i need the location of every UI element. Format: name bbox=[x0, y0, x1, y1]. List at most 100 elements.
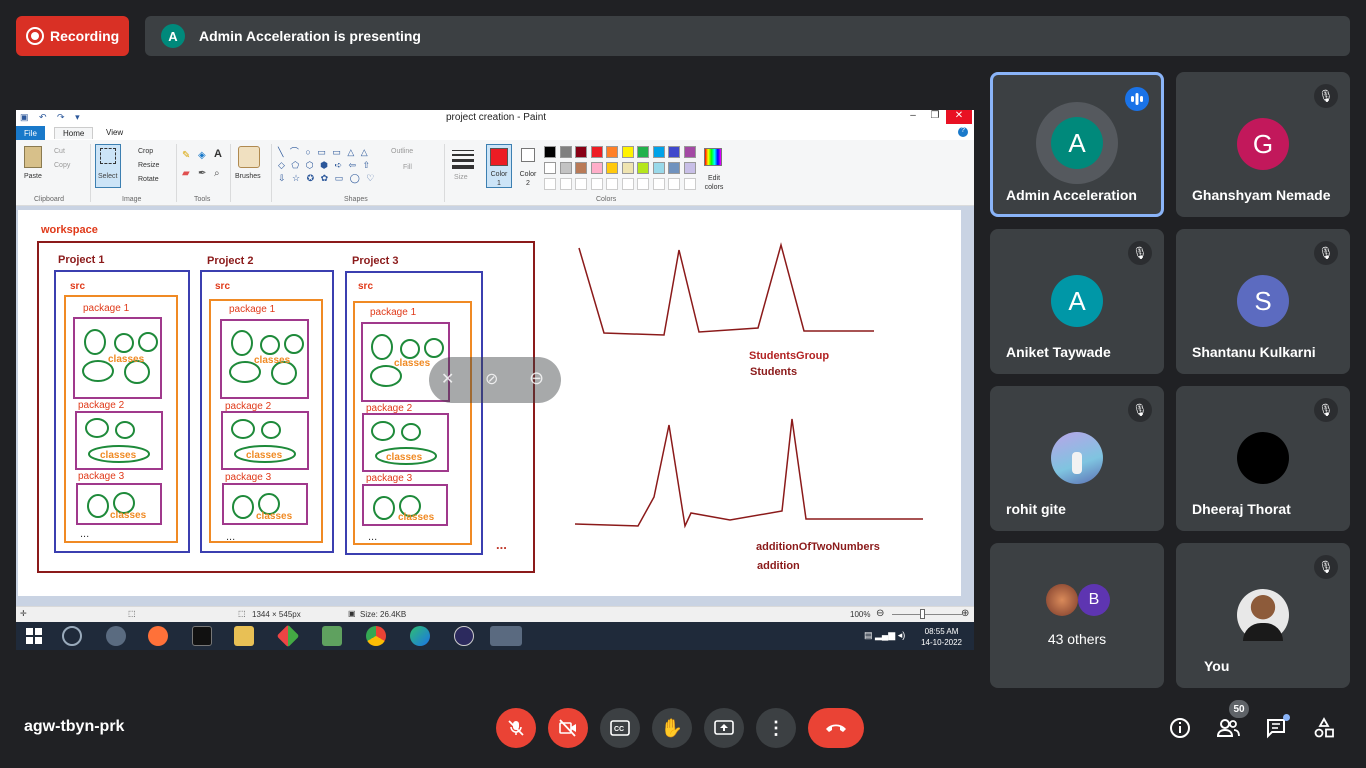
firefox-icon[interactable] bbox=[148, 626, 168, 646]
color-palette[interactable] bbox=[544, 146, 704, 196]
paint-taskbar-icon[interactable] bbox=[490, 626, 522, 646]
maximize-button[interactable]: ❐ bbox=[924, 110, 946, 124]
pencil-icon[interactable]: ✎ bbox=[182, 150, 190, 161]
palette-swatch[interactable] bbox=[544, 162, 556, 174]
participant-tile-dheeraj-thorat[interactable]: 🎙 Dheeraj Thorat bbox=[1176, 386, 1350, 531]
help-icon[interactable]: ? bbox=[958, 127, 968, 137]
custom-color-slot[interactable] bbox=[590, 178, 603, 190]
windows-start-icon[interactable] bbox=[24, 626, 44, 646]
participant-tile-you[interactable]: 🎙 You bbox=[1176, 543, 1350, 688]
paste-label[interactable]: Paste bbox=[24, 173, 42, 180]
edit-colors-icon[interactable] bbox=[704, 148, 722, 166]
brush-icon[interactable] bbox=[238, 146, 260, 168]
shapes-gallery[interactable]: ╲ ⌒ ○ ▭ ▭ △ △ ◇ ⬠ ⬡ ⬢ ➪ ⇦ ⇧ ⇩ ☆ ✪ ✿ ▭ ◯ ♡ bbox=[278, 146, 382, 188]
close-button[interactable]: ✕ bbox=[946, 110, 972, 124]
palette-swatch[interactable] bbox=[652, 146, 665, 158]
palette-swatch[interactable] bbox=[606, 162, 618, 174]
zoom-out-button[interactable]: ⊖ bbox=[876, 608, 884, 619]
zoom-in-button[interactable]: ⊕ bbox=[961, 608, 969, 619]
eraser-icon[interactable]: ▰ bbox=[182, 168, 190, 179]
magnifier-icon[interactable]: ⌕ bbox=[214, 168, 220, 179]
app-icon-3[interactable] bbox=[276, 624, 300, 648]
palette-swatch[interactable] bbox=[683, 146, 696, 158]
custom-color-slot[interactable] bbox=[668, 178, 680, 190]
palette-swatch[interactable] bbox=[652, 162, 665, 174]
file-explorer-icon[interactable] bbox=[234, 626, 254, 646]
custom-color-slot[interactable] bbox=[559, 178, 572, 190]
crop-button[interactable]: Crop bbox=[138, 148, 153, 155]
meeting-details-button[interactable] bbox=[1166, 714, 1194, 742]
paste-icon[interactable] bbox=[24, 146, 42, 168]
copy-button[interactable]: Copy bbox=[54, 162, 70, 169]
terminal-icon[interactable] bbox=[192, 626, 212, 646]
custom-color-slot[interactable] bbox=[544, 178, 556, 190]
chrome-icon[interactable] bbox=[366, 626, 386, 646]
app-icon-2[interactable] bbox=[106, 626, 126, 646]
palette-swatch[interactable] bbox=[606, 146, 618, 158]
recording-button[interactable]: Recording bbox=[16, 16, 129, 56]
custom-color-slot[interactable] bbox=[652, 178, 665, 190]
remove-icon[interactable]: ⊖ bbox=[529, 368, 544, 389]
spreadsheet-icon[interactable] bbox=[322, 626, 342, 646]
more-options-button[interactable]: ⋮ bbox=[756, 708, 796, 748]
fill-dropdown[interactable]: Fill bbox=[403, 164, 412, 171]
palette-swatch[interactable] bbox=[637, 162, 649, 174]
custom-color-slot[interactable] bbox=[621, 178, 634, 190]
participant-tile-admin-acceleration[interactable]: A Admin Acceleration bbox=[990, 72, 1164, 217]
camera-toggle-button[interactable] bbox=[548, 708, 588, 748]
eclipse-icon[interactable] bbox=[454, 626, 474, 646]
activities-button[interactable] bbox=[1310, 714, 1338, 742]
participant-tile-shantanu-kulkarni[interactable]: S 🎙 Shantanu Kulkarni bbox=[1176, 229, 1350, 374]
system-tray-icons[interactable]: ▤ ▂▄▆ ◂) bbox=[864, 630, 905, 641]
size-icon[interactable] bbox=[452, 150, 474, 169]
participant-tile-ghanshyam-nemade[interactable]: G 🎙 Ghanshyam Nemade bbox=[1176, 72, 1350, 217]
palette-swatch[interactable] bbox=[668, 146, 680, 158]
captions-button[interactable]: CC bbox=[600, 708, 640, 748]
mute-off-icon[interactable]: ⊘ bbox=[485, 369, 498, 389]
tab-home[interactable]: Home bbox=[54, 127, 94, 139]
participant-tile-aniket-taywade[interactable]: A 🎙 Aniket Taywade bbox=[990, 229, 1164, 374]
minimize-button[interactable]: – bbox=[902, 110, 924, 124]
palette-swatch[interactable] bbox=[621, 162, 634, 174]
rotate-button[interactable]: Rotate bbox=[138, 176, 159, 183]
custom-color-slot[interactable] bbox=[606, 178, 618, 190]
custom-color-slot[interactable] bbox=[637, 178, 649, 190]
present-screen-button[interactable] bbox=[704, 708, 744, 748]
participant-tile-others[interactable]: B 43 others bbox=[990, 543, 1164, 688]
pin-off-icon[interactable]: ✕ bbox=[441, 369, 454, 389]
resize-button[interactable]: Resize bbox=[138, 162, 159, 169]
chat-button[interactable] bbox=[1262, 714, 1290, 742]
brushes-button[interactable]: Brushes bbox=[235, 173, 261, 180]
zoom-slider[interactable] bbox=[892, 614, 962, 615]
color-picker-icon[interactable]: ✒ bbox=[198, 168, 206, 179]
edge-icon[interactable] bbox=[410, 626, 430, 646]
palette-swatch[interactable] bbox=[683, 162, 696, 174]
app-icon-1[interactable] bbox=[62, 626, 82, 646]
text-tool-icon[interactable]: A bbox=[214, 148, 222, 160]
tab-file[interactable]: File bbox=[16, 126, 45, 140]
palette-swatch[interactable] bbox=[544, 146, 556, 158]
outline-dropdown[interactable]: Outline bbox=[391, 148, 413, 155]
select-button[interactable]: Select bbox=[95, 144, 121, 188]
taskbar-clock[interactable]: 08:55 AM 14-10-2022 bbox=[921, 626, 962, 648]
raise-hand-button[interactable]: ✋ bbox=[652, 708, 692, 748]
palette-swatch[interactable] bbox=[590, 162, 603, 174]
color2-swatch[interactable] bbox=[521, 148, 535, 162]
drawing-canvas[interactable]: workspace ... Project 1 src package 1 cl… bbox=[18, 210, 961, 596]
zoom-slider-thumb[interactable] bbox=[920, 609, 925, 619]
palette-swatch[interactable] bbox=[559, 162, 572, 174]
palette-swatch[interactable] bbox=[668, 162, 680, 174]
participant-tile-rohit-gite[interactable]: 🎙 rohit gite bbox=[990, 386, 1164, 531]
people-button[interactable] bbox=[1214, 714, 1242, 742]
cut-button[interactable]: Cut bbox=[54, 148, 65, 155]
palette-swatch[interactable] bbox=[621, 146, 634, 158]
palette-swatch[interactable] bbox=[559, 146, 572, 158]
custom-color-slot[interactable] bbox=[683, 178, 696, 190]
quick-access-toolbar[interactable]: ▣ ↶ ↷ ▾ bbox=[20, 112, 84, 123]
edit-colors-button[interactable]: Edit colors bbox=[700, 174, 728, 192]
leave-call-button[interactable] bbox=[808, 708, 864, 748]
palette-swatch[interactable] bbox=[590, 146, 603, 158]
palette-swatch[interactable] bbox=[575, 146, 587, 158]
palette-swatch[interactable] bbox=[637, 146, 649, 158]
tab-view[interactable]: View bbox=[98, 127, 131, 138]
